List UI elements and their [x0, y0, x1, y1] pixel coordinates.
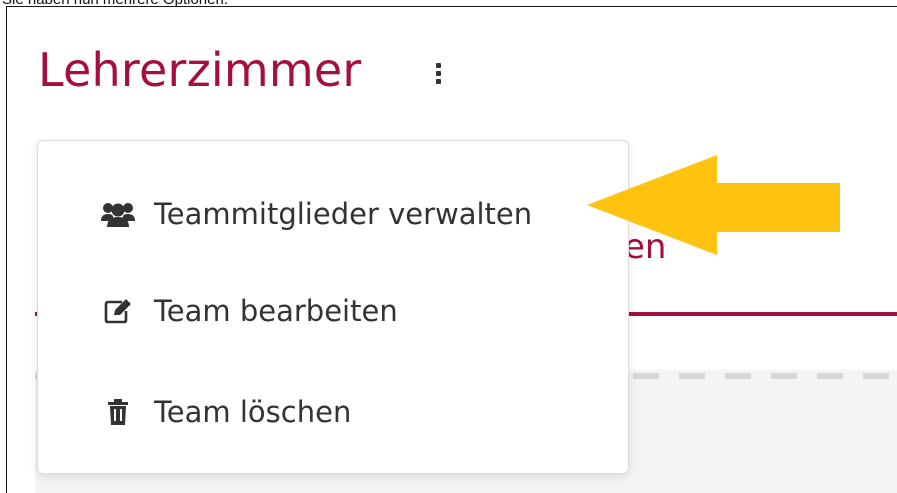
more-options-button[interactable]: [431, 63, 445, 93]
menu-item-label: Team löschen: [154, 395, 352, 429]
options-dropdown-menu: Teammitglieder verwalten Team bearbeiten: [37, 140, 629, 474]
menu-item-delete-team[interactable]: Team löschen: [100, 387, 600, 437]
edit-icon: [100, 298, 136, 324]
dot-icon: [435, 79, 441, 84]
dot-icon: [435, 71, 441, 76]
menu-item-label: Team bearbeiten: [154, 294, 398, 328]
menu-item-edit-team[interactable]: Team bearbeiten: [100, 286, 600, 336]
page-title: Lehrerzimmer: [38, 43, 362, 97]
pointer-arrow-icon: [587, 155, 840, 255]
dot-icon: [435, 63, 441, 68]
menu-item-label: Teammitglieder verwalten: [154, 197, 533, 231]
users-icon: [100, 201, 136, 227]
menu-item-manage-members[interactable]: Teammitglieder verwalten: [100, 189, 600, 239]
trash-icon: [100, 399, 136, 425]
